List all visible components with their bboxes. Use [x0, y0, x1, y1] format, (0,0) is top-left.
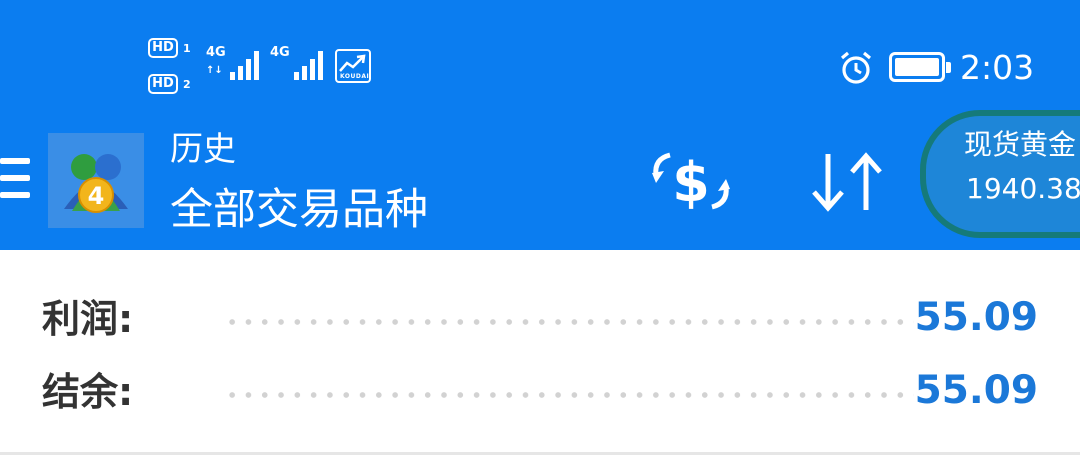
signal-icon	[230, 51, 259, 80]
svg-text:4: 4	[88, 182, 105, 210]
app-bar: HD 1 HD 2 4G ↑↓ 4G KOUDAI 2:03 4 历史 全部交易…	[0, 0, 1080, 250]
hd-badge-sim2: HD 2	[148, 74, 194, 96]
profit-row: 利润: 55.09	[0, 290, 1080, 350]
svg-text:$: $	[672, 151, 710, 214]
battery-icon	[889, 52, 951, 82]
currency-exchange-icon[interactable]: $	[648, 145, 734, 215]
alarm-icon	[840, 51, 872, 84]
floating-quote-widget[interactable]: 现货黄金 1940.38	[920, 110, 1080, 238]
balance-label: 结余:	[42, 370, 134, 414]
profit-label: 利润:	[42, 297, 134, 341]
hd-badge-sim1: HD 1	[148, 38, 194, 60]
menu-icon[interactable]	[0, 152, 32, 204]
profit-value: 55.09	[914, 295, 1038, 340]
stock-app-icon: KOUDAI	[335, 49, 371, 83]
quote-symbol: 现货黄金	[964, 128, 1077, 161]
status-time: 2:03	[960, 48, 1035, 87]
symbol-filter[interactable]: 全部交易品种	[170, 183, 428, 237]
page-title: 历史	[170, 129, 236, 168]
status-bar: HD 1 HD 2 4G ↑↓ 4G KOUDAI 2:03	[0, 0, 1080, 110]
app-logo-icon: 4	[48, 133, 144, 228]
quote-price: 1940.38	[966, 172, 1080, 205]
balance-row: 结余: 55.09	[0, 363, 1080, 423]
balance-value: 55.09	[914, 368, 1038, 413]
sort-icon[interactable]	[808, 150, 888, 214]
divider	[0, 452, 1080, 455]
dotted-leader	[224, 392, 914, 398]
signal-icon	[294, 51, 323, 80]
dotted-leader	[224, 319, 914, 325]
